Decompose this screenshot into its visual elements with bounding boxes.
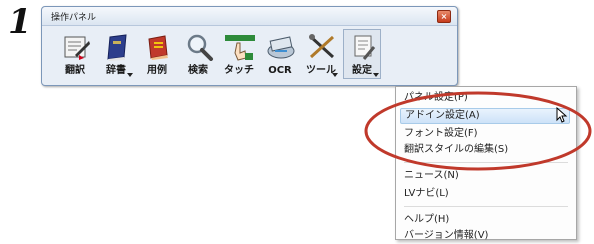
menu-item-news[interactable]: ニュース(N): [400, 168, 570, 184]
settings-button[interactable]: 設定: [343, 29, 381, 79]
menu-separator: [404, 162, 568, 163]
menu-item-help[interactable]: ヘルプ(H): [400, 212, 570, 228]
panel-toolbar: 翻訳 辞書 用例 検索 タッチ OCR ツール 設定: [56, 29, 384, 79]
touch-translate-icon: [225, 35, 255, 61]
translate-icon: [64, 36, 90, 60]
menu-item-panel-settings[interactable]: パネル設定(P): [400, 90, 570, 106]
settings-icon: [354, 35, 376, 60]
scanner-icon: [267, 36, 295, 59]
menu-item-addin-settings[interactable]: アドイン設定(A): [400, 108, 570, 124]
menu-item-font-settings[interactable]: フォント設定(F): [400, 126, 570, 142]
menu-separator: [404, 206, 568, 207]
touch-label: タッチ: [224, 65, 254, 76]
translate-label: 翻訳: [65, 65, 85, 76]
menu-item-translation-style[interactable]: 翻訳スタイルの編集(S): [400, 142, 570, 158]
operation-panel-window: 操作パネル × 翻訳 辞書 用例 検索 タッチ OCR ツール 設定: [41, 6, 458, 86]
settings-dropdown-arrow[interactable]: [373, 73, 379, 77]
settings-dropdown-menu: パネル設定(P) アドイン設定(A) フォント設定(F) 翻訳スタイルの編集(S…: [395, 86, 577, 241]
panel-title: 操作パネル: [51, 13, 97, 23]
search-button[interactable]: 検索: [179, 29, 217, 79]
touch-button[interactable]: タッチ: [220, 29, 258, 79]
step-number: 1: [8, 2, 32, 42]
tools-dropdown-arrow[interactable]: [332, 73, 338, 77]
close-button[interactable]: ×: [437, 10, 451, 23]
dictionary-icon: [107, 34, 127, 61]
ocr-label: OCR: [268, 65, 292, 76]
dictionary-button[interactable]: 辞書: [97, 29, 135, 79]
tools-button[interactable]: ツール: [302, 29, 340, 79]
menu-item-version-info[interactable]: バージョン情報(V): [400, 228, 570, 244]
search-label: 検索: [188, 65, 208, 76]
tools-icon: [309, 34, 335, 59]
examples-book-icon: [148, 35, 168, 60]
search-magnifier-icon: [187, 34, 213, 61]
ocr-button[interactable]: OCR: [261, 29, 299, 79]
examples-button[interactable]: 用例: [138, 29, 176, 79]
menu-item-lv-navi[interactable]: LVナビ(L): [400, 186, 570, 202]
dictionary-dropdown-arrow[interactable]: [127, 73, 133, 77]
examples-label: 用例: [147, 65, 167, 76]
mouse-pointer-icon: [556, 107, 568, 123]
panel-titlebar[interactable]: 操作パネル ×: [42, 7, 457, 26]
translate-button[interactable]: 翻訳: [56, 29, 94, 79]
